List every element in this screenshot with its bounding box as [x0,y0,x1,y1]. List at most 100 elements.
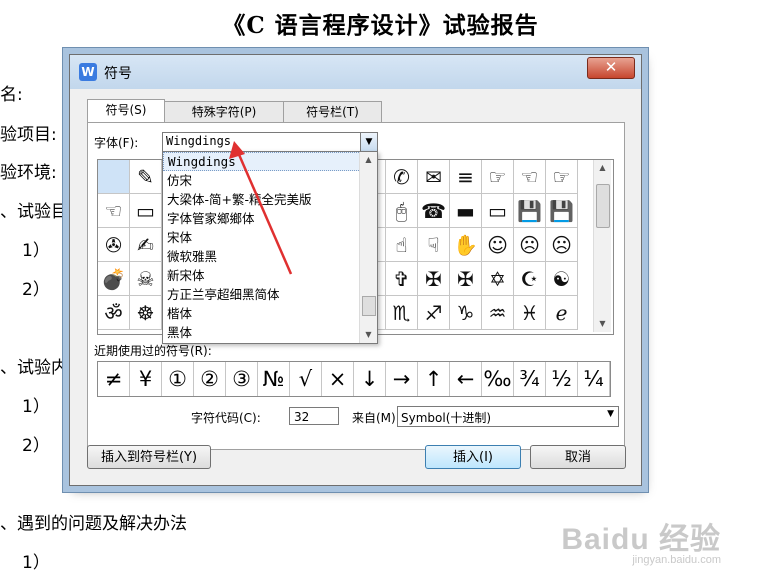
symbol-cell[interactable]: ✎ [130,160,162,194]
recent-symbols-label: 近期使用过的符号(R): [94,344,212,358]
font-dropdown-list[interactable]: Wingdings 仿宋 大梁体-简+繁-精全完美版 字体管家鄉鄉体 宋体 微软… [162,151,378,344]
symbol-cell[interactable]: 💾 [546,194,578,228]
scroll-thumb[interactable] [362,296,376,316]
symbol-cell[interactable]: ♐ [418,296,450,330]
symbol-cell[interactable]: ✆ [386,160,418,194]
font-option[interactable]: 楷体 [163,304,377,323]
recent-symbol-cell[interactable]: ‰ [482,362,514,396]
scroll-down-icon[interactable]: ▼ [360,327,377,343]
recent-symbol-cell[interactable]: → [386,362,418,396]
font-option[interactable]: 黑体 [163,323,377,342]
symbol-cell[interactable]: ☞ [546,160,578,194]
symbol-cell[interactable]: ℯ [546,296,578,330]
scroll-down-icon[interactable]: ▼ [594,316,611,332]
recent-symbol-cell[interactable]: ↑ [418,362,450,396]
recent-symbol-cell[interactable]: √ [290,362,322,396]
chevron-down-icon[interactable]: ▼ [607,409,614,419]
font-option-wingdings[interactable]: Wingdings [163,152,377,171]
symbol-cell[interactable]: ▭ [482,194,514,228]
recent-symbol-cell[interactable]: № [258,362,290,396]
symbol-cell[interactable]: ≡ [450,160,482,194]
scroll-up-icon[interactable]: ▲ [594,160,611,176]
char-code-label: 字符代码(C): [191,411,261,425]
symbol-cell[interactable]: ☟ [418,228,450,262]
insert-button[interactable]: 插入(I) [425,445,521,469]
font-option[interactable]: 宋体 [163,228,377,247]
symbol-cell[interactable]: ☹ [514,228,546,262]
from-label: 来自(M) [352,411,396,425]
recent-symbol-cell[interactable]: ¥ [130,362,162,396]
scroll-up-icon[interactable]: ▲ [360,152,377,168]
char-code-input[interactable]: 32 [289,407,339,425]
from-select-value: Symbol(十进制) [401,411,492,425]
symbol-cell[interactable]: ✇ [98,228,130,262]
recent-symbol-cell[interactable]: ↓ [354,362,386,396]
symbol-cell[interactable]: ✞ [386,262,418,296]
symbol-cell[interactable]: ☝ [386,228,418,262]
from-select[interactable]: Symbol(十进制) ▼ [397,406,619,427]
tab-symbol-bar[interactable]: 符号栏(T) [283,101,382,122]
symbol-cell[interactable]: ♑ [450,296,482,330]
symbol-cell[interactable]: 💾 [514,194,546,228]
font-option[interactable]: 方正兰亭超细黑简体 [163,285,377,304]
recent-symbol-cell[interactable]: ① [162,362,194,396]
symbol-cell[interactable]: ☺ [482,228,514,262]
recent-symbol-cell[interactable]: ③ [226,362,258,396]
cancel-button[interactable]: 取消 [530,445,626,469]
recent-symbol-cell[interactable]: ¼ [578,362,610,396]
symbol-cell[interactable] [98,160,130,194]
dialog-titlebar[interactable]: W 符号 ✕ [70,55,641,89]
symbol-cell[interactable]: ☞ [482,160,514,194]
recent-symbol-cell[interactable]: × [322,362,354,396]
doc-line-content: 、试验内 [0,358,68,378]
recent-symbols: ≠ ¥ ① ② ③ № √ × ↓ → ↑ ← ‰ ¾ ½ ¼ [97,361,611,397]
symbol-cell[interactable]: ☜ [98,194,130,228]
doc-line-goal-1: 1） [22,241,50,261]
symbol-cell[interactable]: 💣 [98,262,130,296]
font-option[interactable]: 微软雅黑 [163,247,377,266]
recent-symbol-cell[interactable]: ¾ [514,362,546,396]
symbol-cell[interactable]: ♓ [514,296,546,330]
symbol-cell[interactable]: ▬ [450,194,482,228]
chevron-down-icon[interactable]: ▼ [360,133,377,151]
symbol-cell[interactable]: ♏ [386,296,418,330]
symbol-cell[interactable]: ☠ [130,262,162,296]
symbol-grid-scrollbar[interactable]: ▲ ▼ [593,160,611,332]
symbol-cell[interactable]: ✠ [450,262,482,296]
symbol-cell[interactable]: ✉ [418,160,450,194]
dropdown-scrollbar[interactable]: ▲ ▼ [359,152,377,343]
symbol-cell[interactable]: 🖰 [386,194,418,228]
symbol-cell[interactable]: ♒ [482,296,514,330]
symbol-dialog: W 符号 ✕ 符号(S) 特殊字符(P) 符号栏(T) 字体(F): Wingd… [69,54,642,486]
recent-symbol-cell[interactable]: ½ [546,362,578,396]
symbol-cell[interactable]: ✡ [482,262,514,296]
scroll-thumb[interactable] [596,184,610,228]
font-option[interactable]: 仿宋 [163,171,377,190]
symbol-cell[interactable]: ✍ [130,228,162,262]
symbol-cell[interactable]: ☹ [546,228,578,262]
tab-symbols[interactable]: 符号(S) [87,99,165,123]
baidu-watermark: Baidu 经验 jingyan.baidu.com [561,514,721,566]
symbol-cell[interactable]: ॐ [98,296,130,330]
recent-symbol-cell[interactable]: ← [450,362,482,396]
recent-symbol-cell[interactable]: ② [194,362,226,396]
symbol-cell[interactable]: ✋ [450,228,482,262]
font-option[interactable]: 大梁体-简+繁-精全完美版 [163,190,377,209]
doc-line-content-2: 2） [22,436,50,456]
font-select[interactable]: Wingdings ▼ [162,132,378,152]
font-option[interactable]: 新宋体 [163,266,377,285]
doc-line-problems: 、遇到的问题及解决办法 [0,514,187,534]
symbol-cell[interactable]: ☪ [514,262,546,296]
symbol-cell[interactable]: ▭ [130,194,162,228]
insert-to-bar-button[interactable]: 插入到符号栏(Y) [87,445,211,469]
close-button[interactable]: ✕ [587,57,635,79]
recent-symbol-cell[interactable]: ≠ [98,362,130,396]
font-option[interactable]: 字体管家鄉鄉体 [163,209,377,228]
symbol-cell[interactable]: ✠ [418,262,450,296]
symbol-cell[interactable]: ☯ [546,262,578,296]
symbol-cell[interactable]: ☎ [418,194,450,228]
tab-special-chars[interactable]: 特殊字符(P) [164,101,284,122]
symbol-cell[interactable]: ☜ [514,160,546,194]
symbol-cell[interactable]: ☸ [130,296,162,330]
doc-line-goal: 、试验目 [0,202,68,222]
